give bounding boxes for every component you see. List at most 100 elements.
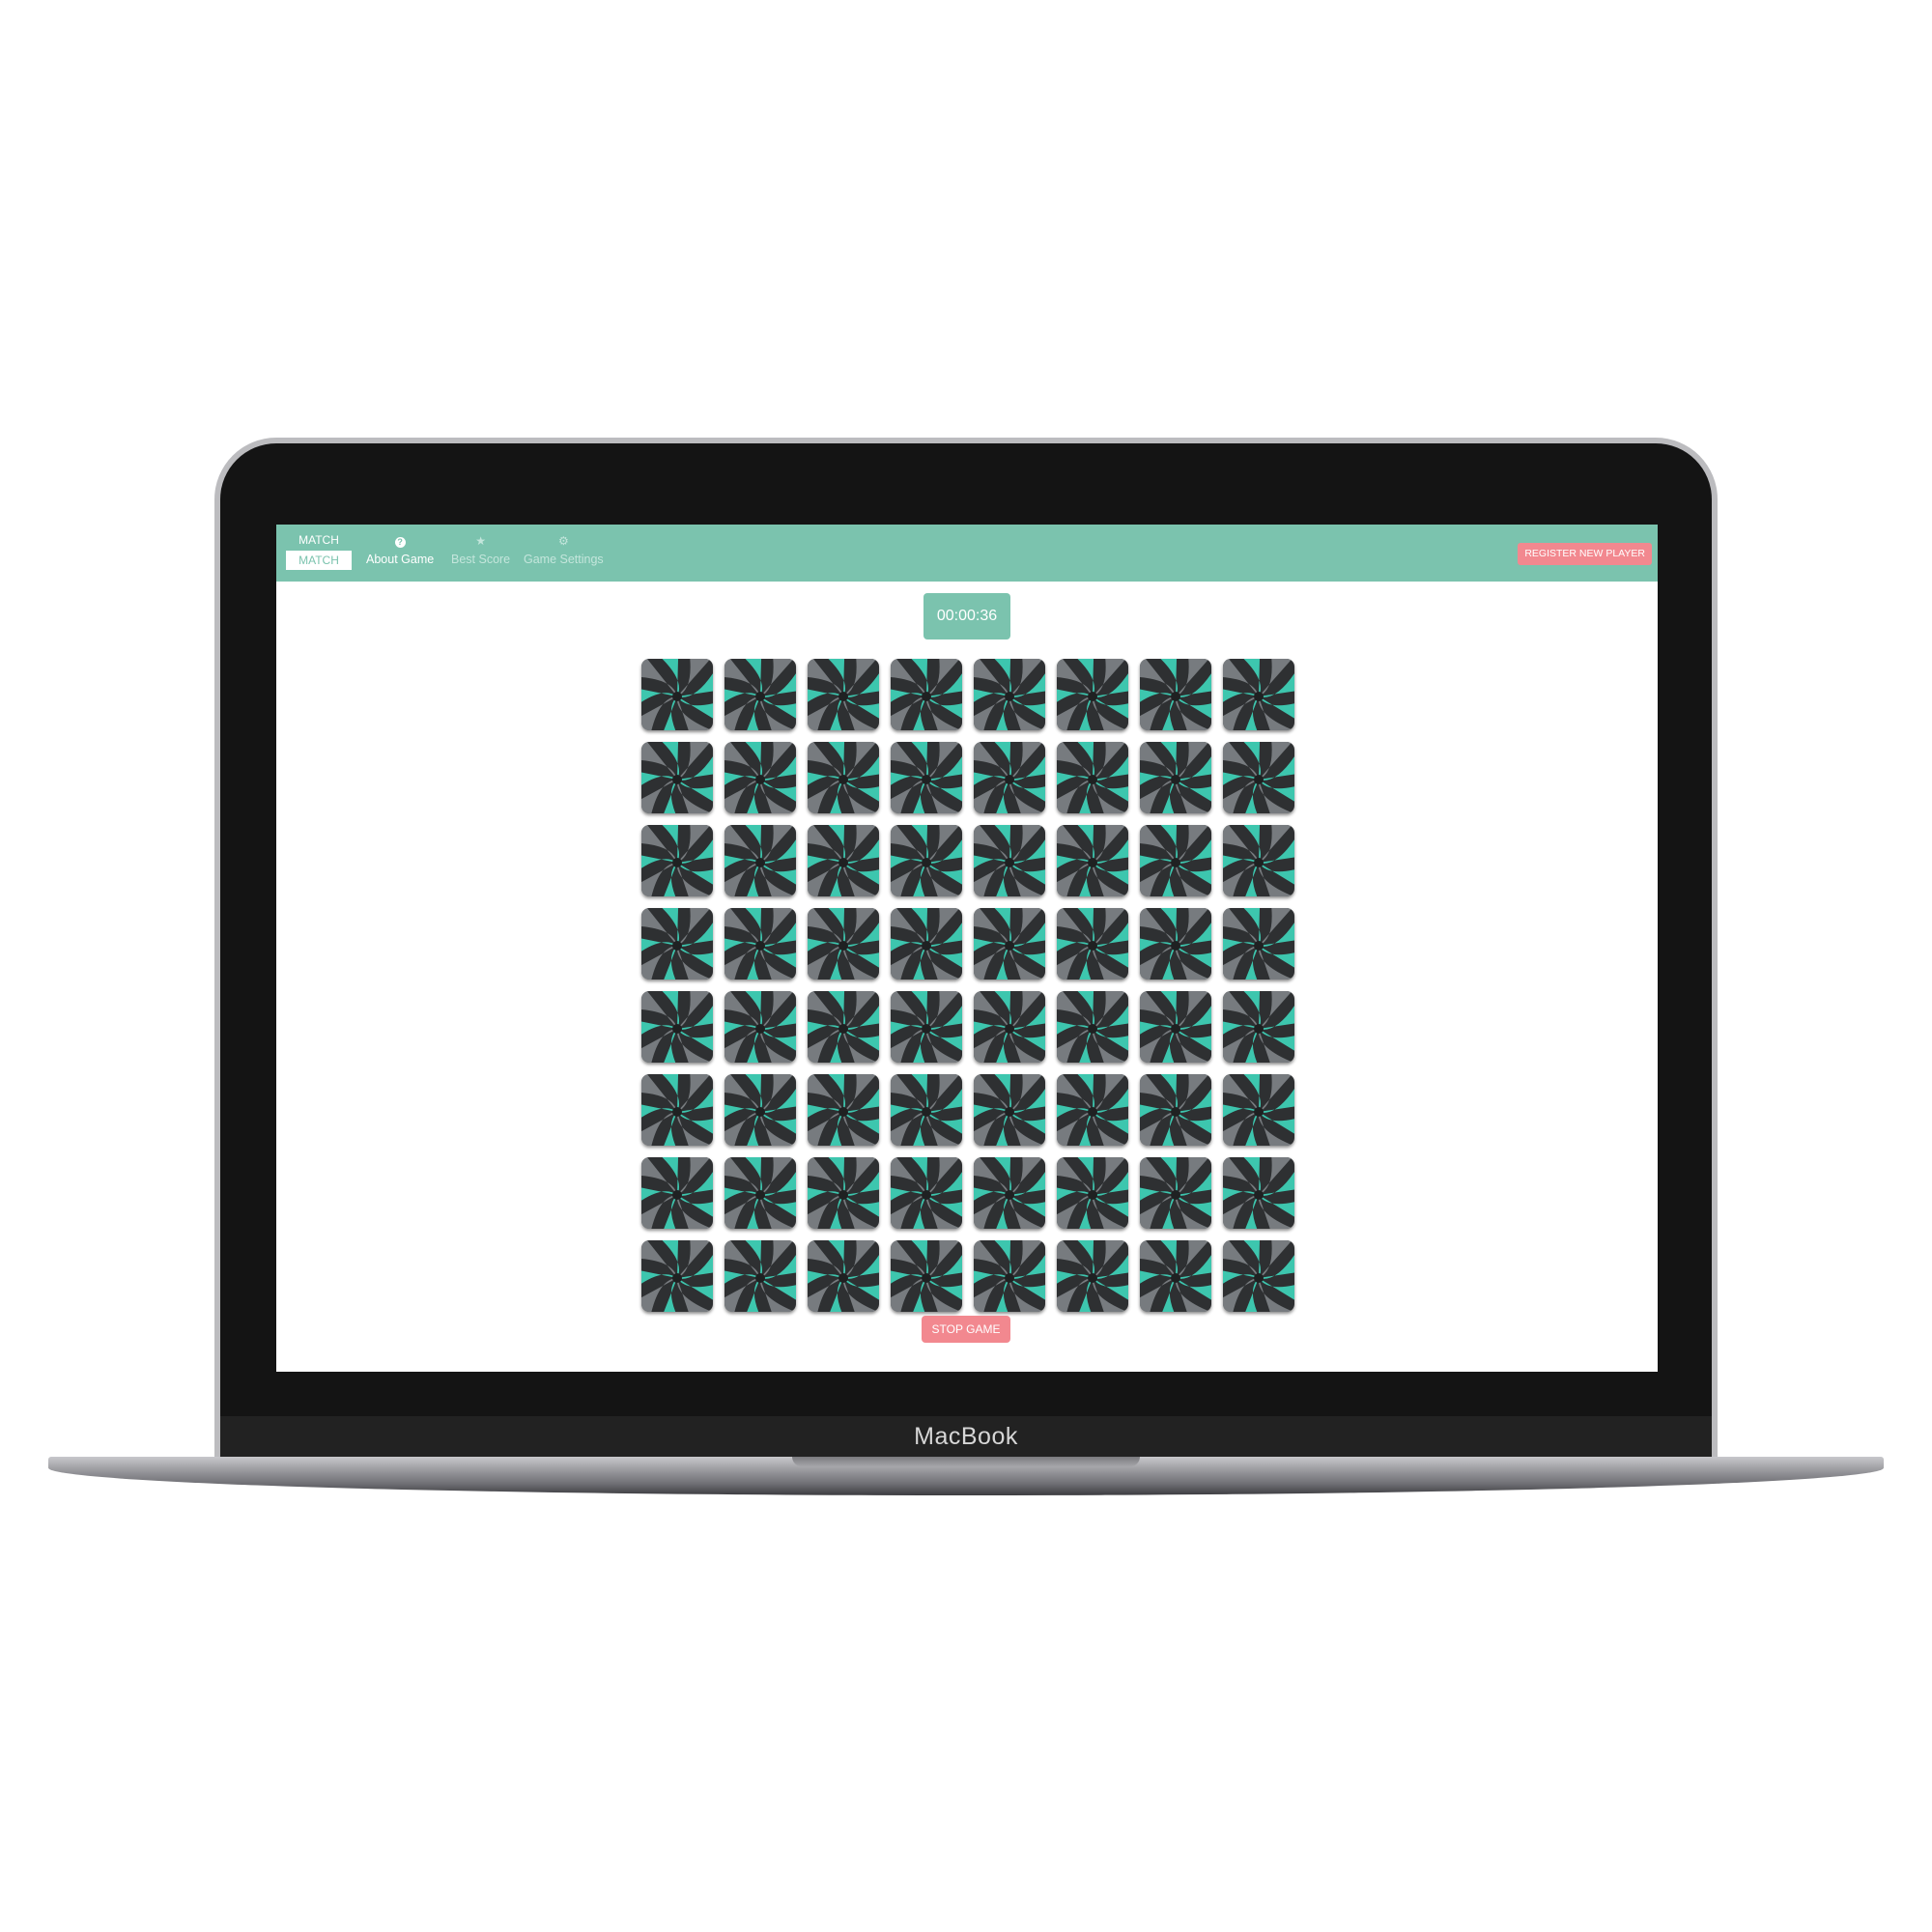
memory-card[interactable] [808,825,879,896]
memory-card[interactable] [1223,908,1294,980]
memory-card[interactable] [641,825,713,896]
memory-card[interactable] [724,825,796,896]
memory-card[interactable] [1223,825,1294,896]
swirl-pattern-icon [641,1157,713,1229]
memory-card[interactable] [808,1157,879,1229]
memory-card[interactable] [808,991,879,1063]
memory-card[interactable] [1140,1240,1211,1312]
swirl-pattern-icon [891,991,962,1063]
swirl-pattern-icon [1140,742,1211,813]
memory-card[interactable] [1223,991,1294,1063]
memory-card[interactable] [891,1074,962,1146]
stop-game-button[interactable]: STOP GAME [922,1316,1010,1343]
swirl-pattern-icon [1057,991,1128,1063]
swirl-pattern-icon [724,825,796,896]
memory-card[interactable] [1140,1074,1211,1146]
memory-card[interactable] [1140,991,1211,1063]
memory-card[interactable] [1057,908,1128,980]
app-logo[interactable]: MATCH MATCH [286,533,352,570]
laptop-brand-label: MacBook [914,1423,1018,1450]
memory-card[interactable] [724,1157,796,1229]
memory-card[interactable] [891,742,962,813]
swirl-pattern-icon [808,659,879,730]
screen-top-edge [276,516,1658,525]
memory-card[interactable] [1223,1240,1294,1312]
nav-item-best-score[interactable]: ★ Best Score [451,534,510,567]
memory-card[interactable] [641,908,713,980]
memory-card[interactable] [641,742,713,813]
laptop-hinge-notch [792,1457,1140,1466]
swirl-pattern-icon [974,1240,1045,1312]
swirl-pattern-icon [891,1074,962,1146]
swirl-pattern-icon [1223,1240,1294,1312]
swirl-pattern-icon [641,991,713,1063]
swirl-pattern-icon [1057,1240,1128,1312]
memory-card[interactable] [1140,908,1211,980]
memory-card[interactable] [974,742,1045,813]
memory-card[interactable] [974,825,1045,896]
memory-card[interactable] [974,1157,1045,1229]
swirl-pattern-icon [1057,659,1128,730]
memory-card[interactable] [974,1240,1045,1312]
memory-card[interactable] [891,991,962,1063]
memory-card[interactable] [641,991,713,1063]
memory-card[interactable] [641,1240,713,1312]
memory-card[interactable] [1140,659,1211,730]
memory-card[interactable] [974,1074,1045,1146]
memory-card[interactable] [641,1074,713,1146]
swirl-pattern-icon [641,908,713,980]
swirl-pattern-icon [808,991,879,1063]
logo-top-text: MATCH [298,533,339,547]
memory-card[interactable] [808,908,879,980]
nav-item-game-settings[interactable]: ⚙ Game Settings [524,534,604,567]
memory-card[interactable] [1140,825,1211,896]
memory-card[interactable] [1057,1157,1128,1229]
memory-card[interactable] [891,825,962,896]
memory-card[interactable] [808,1240,879,1312]
swirl-pattern-icon [1223,1074,1294,1146]
memory-card[interactable] [724,659,796,730]
memory-card[interactable] [641,659,713,730]
memory-card[interactable] [1140,742,1211,813]
memory-card[interactable] [1223,742,1294,813]
memory-card[interactable] [641,1157,713,1229]
memory-card[interactable] [1057,742,1128,813]
register-new-player-button[interactable]: REGISTER NEW PLAYER [1518,543,1652,565]
memory-card[interactable] [724,991,796,1063]
swirl-pattern-icon [641,742,713,813]
memory-card[interactable] [891,908,962,980]
memory-card[interactable] [808,1074,879,1146]
memory-card[interactable] [974,908,1045,980]
memory-card[interactable] [891,1157,962,1229]
memory-card[interactable] [808,659,879,730]
memory-card[interactable] [1057,659,1128,730]
memory-card[interactable] [724,908,796,980]
memory-card[interactable] [1057,825,1128,896]
swirl-pattern-icon [1057,825,1128,896]
swirl-pattern-icon [641,825,713,896]
swirl-pattern-icon [1140,1240,1211,1312]
memory-card[interactable] [724,1240,796,1312]
nav-item-about-game[interactable]: ? About Game [366,534,434,567]
swirl-pattern-icon [641,1074,713,1146]
memory-card[interactable] [1057,1074,1128,1146]
game-timer: 00:00:36 [923,593,1010,639]
memory-card[interactable] [974,991,1045,1063]
memory-card[interactable] [1223,659,1294,730]
swirl-pattern-icon [808,825,879,896]
swirl-pattern-icon [1140,659,1211,730]
memory-card[interactable] [891,659,962,730]
memory-card[interactable] [891,1240,962,1312]
swirl-pattern-icon [974,1157,1045,1229]
memory-card[interactable] [974,659,1045,730]
memory-card[interactable] [1140,1157,1211,1229]
memory-card[interactable] [724,742,796,813]
nav-item-label: Best Score [451,553,511,566]
memory-card[interactable] [1223,1157,1294,1229]
memory-card[interactable] [1223,1074,1294,1146]
memory-card[interactable] [1057,1240,1128,1312]
memory-card[interactable] [808,742,879,813]
memory-card[interactable] [1057,991,1128,1063]
memory-card[interactable] [724,1074,796,1146]
swirl-pattern-icon [808,1240,879,1312]
